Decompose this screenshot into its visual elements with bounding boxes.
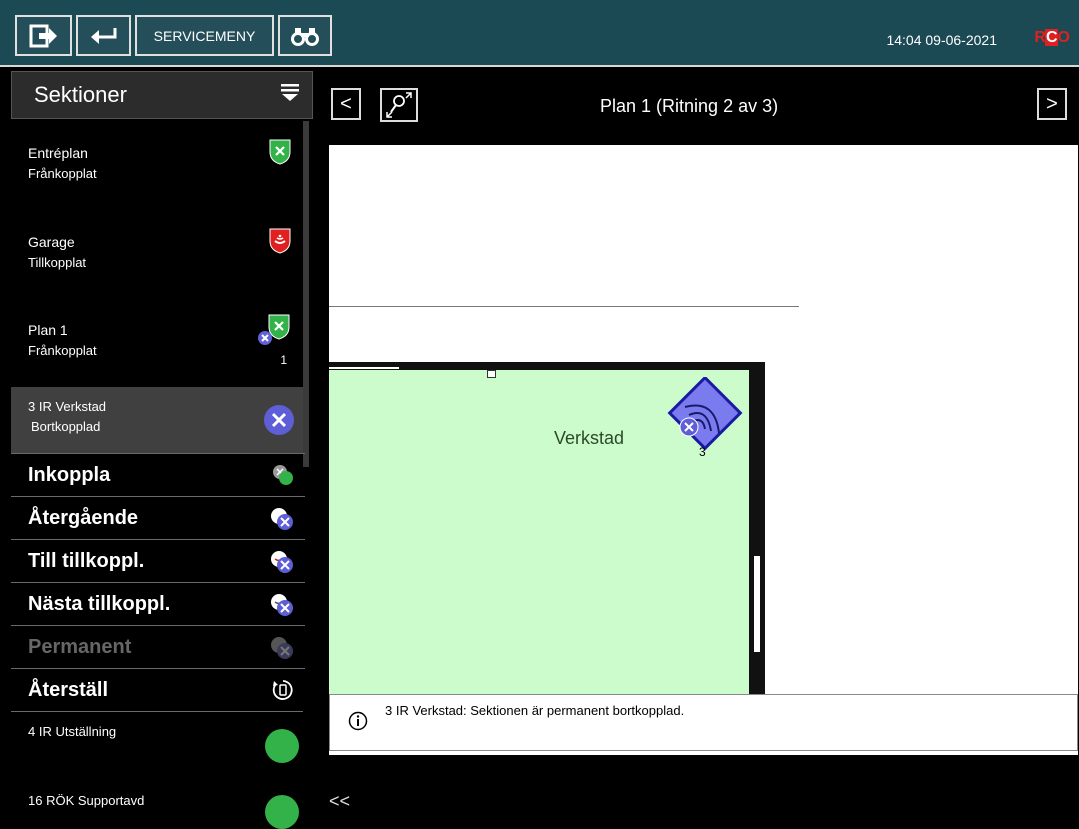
section-name: Entréplan (28, 145, 88, 161)
sidebar: Sektioner Entréplan Frånkopplat Garage T… (0, 69, 313, 829)
action-label: Inkoppla (28, 464, 111, 486)
connect-icon (273, 465, 293, 485)
service-menu-button[interactable]: SERVICEMENY (135, 15, 274, 56)
shield-green-x-icon (258, 314, 290, 345)
section-name: Plan 1 (28, 322, 68, 338)
section-status: Tillkopplat (28, 255, 87, 270)
section-name: 3 IR Verkstad (28, 399, 107, 414)
section-status: Bortkopplad (31, 419, 101, 434)
top-bar: SERVICEMENY 14:04 09-06-2021 RCO (0, 0, 1079, 67)
prev-label: < (340, 92, 352, 115)
plan-title: Plan 1 (Ritning 2 av 3) (600, 96, 779, 116)
next-plan-button[interactable]: > (1037, 88, 1067, 120)
back-button[interactable] (76, 15, 131, 56)
zone-item-4-ir-utstallning[interactable]: 4 IR Utställning (11, 711, 303, 783)
action-label: Till tillkoppl. (28, 550, 145, 572)
info-message: 3 IR Verkstad: Sektionen är permanent bo… (385, 703, 685, 718)
next-arm-bypass-icon (271, 594, 293, 616)
arm-bypass-icon (271, 551, 293, 573)
bypass-x-icon (264, 405, 294, 435)
sections-title: Sektioner (34, 82, 127, 107)
zoom-button[interactable] (380, 88, 418, 122)
window-right (753, 556, 761, 652)
action-label: Återställ (28, 679, 109, 701)
plan-line (329, 306, 799, 307)
logout-icon (29, 24, 57, 47)
room-label: Verkstad (554, 428, 625, 448)
logout-button[interactable] (15, 15, 72, 56)
action-atergaende[interactable]: Återgående (11, 496, 305, 539)
service-menu-label: SERVICEMENY (153, 27, 256, 44)
zoom-fit-icon (386, 92, 412, 118)
return-bypass-icon (271, 508, 293, 530)
action-inkoppla[interactable]: Inkoppla (11, 453, 305, 496)
action-permanent: Permanent (11, 625, 305, 668)
reset-icon (272, 680, 293, 700)
search-button[interactable] (278, 15, 332, 56)
prev-plan-button[interactable]: < (331, 88, 361, 120)
zone-name: 16 RÖK Supportavd (28, 793, 145, 808)
action-nasta-tillkoppl[interactable]: Nästa tillkoppl. (11, 582, 305, 625)
next-label: > (1046, 92, 1058, 115)
sidebar-scrollbar[interactable] (303, 121, 309, 467)
zone-name: 4 IR Utställning (28, 724, 117, 739)
binoculars-icon (291, 27, 319, 46)
section-item-entreplan[interactable]: Entréplan Frånkopplat (11, 121, 303, 214)
section-item-3-ir-verkstad[interactable]: 3 IR Verkstad Bortkopplad (11, 387, 303, 453)
section-status: Frånkopplat (28, 343, 97, 358)
plan-marker (487, 370, 496, 378)
detector-number: 3 (699, 445, 706, 459)
menu-icon[interactable] (280, 82, 300, 102)
plan-view: < Plan 1 (Ritning 2 av 3) > Verkstad 3 3… (316, 69, 1079, 815)
shield-red-alarm-icon (269, 228, 291, 254)
action-aterstall[interactable]: Återställ (11, 668, 305, 711)
return-arrow-icon (90, 27, 116, 44)
action-till-tillkoppl[interactable]: Till tillkoppl. (11, 539, 305, 582)
section-item-plan-1[interactable]: Plan 1 Frånkopplat 1 (11, 307, 303, 387)
action-label: Återgående (28, 507, 139, 529)
section-count: 1 (280, 353, 287, 367)
action-label: Nästa tillkoppl. (28, 593, 171, 615)
collapse-panel-button[interactable]: << (329, 791, 350, 812)
section-item-garage[interactable]: Garage Tillkopplat (11, 214, 303, 307)
action-label: Permanent (28, 636, 132, 658)
info-bar: 3 IR Verkstad: Sektionen är permanent bo… (329, 694, 1078, 751)
rco-logo: RCO (1034, 29, 1070, 46)
zone-item-16-rok-supportavd[interactable]: 16 RÖK Supportavd (11, 783, 303, 829)
status-green-icon (265, 795, 299, 829)
clock: 14:04 09-06-2021 (886, 32, 997, 48)
section-status: Frånkopplat (28, 166, 97, 181)
info-icon (348, 711, 368, 731)
permanent-bypass-icon (271, 637, 293, 659)
sections-header[interactable]: Sektioner (11, 71, 313, 119)
floor-plan-canvas[interactable]: Verkstad 3 3 IR Verkstad: Sektionen är p… (329, 145, 1078, 755)
window-top (329, 366, 399, 370)
shield-green-x-icon (269, 139, 291, 165)
section-name: Garage (28, 234, 75, 250)
status-green-icon (265, 729, 299, 763)
